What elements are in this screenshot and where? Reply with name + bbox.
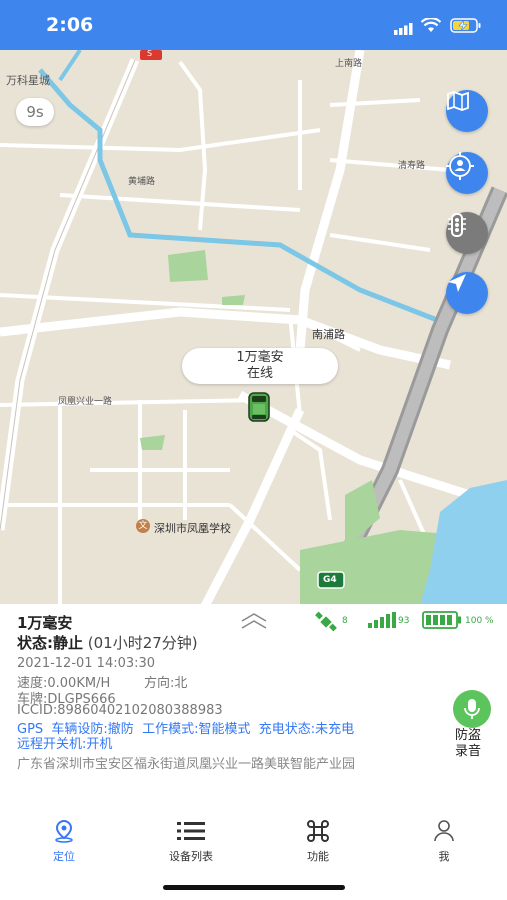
satellite-count: 8 bbox=[342, 616, 348, 626]
tab-functions[interactable]: 功能 bbox=[268, 818, 368, 864]
satellite-icon bbox=[314, 611, 338, 633]
wifi-icon bbox=[420, 17, 442, 33]
map-label-school: 深圳市凤凰学校 bbox=[154, 522, 231, 535]
tab-me[interactable]: 我 bbox=[394, 818, 494, 864]
device-state: 状态:静止 (01小时27分钟) bbox=[17, 632, 198, 653]
person-locate-icon bbox=[446, 152, 474, 180]
navigation-arrow-icon bbox=[448, 274, 466, 292]
device-address: 广东省深圳市宝安区福永街道凤凰兴业一路美联智能产业园 bbox=[17, 757, 356, 772]
map-label-qingshou: 清寿路 bbox=[398, 161, 426, 171]
map-label-wanke: 万科星城 bbox=[6, 74, 50, 87]
state-duration: (01小时27分钟) bbox=[87, 634, 198, 652]
tab-me-label: 我 bbox=[438, 850, 450, 863]
timestamp: 2021-12-01 14:03:30 bbox=[17, 656, 156, 671]
car-marker-icon[interactable] bbox=[248, 392, 270, 422]
school-icon: 文 bbox=[136, 519, 150, 533]
navigate-button[interactable] bbox=[446, 272, 488, 314]
battery-percent: 100 % bbox=[465, 616, 494, 626]
vehicle-info-bubble[interactable]: 1万毫安 在线 bbox=[182, 348, 338, 384]
map-layer-button[interactable] bbox=[446, 90, 488, 132]
bubble-vehicle-status: 在线 bbox=[246, 366, 273, 381]
locate-person-button[interactable] bbox=[446, 152, 488, 194]
direction: 方向:北 bbox=[144, 676, 188, 691]
person-icon bbox=[434, 820, 454, 842]
command-icon bbox=[307, 820, 329, 842]
status-bar: 2:06 bbox=[0, 0, 507, 50]
device-name: 1万毫安 bbox=[17, 614, 73, 632]
state-label: 状态:静止 bbox=[17, 634, 83, 652]
tab-functions-label: 功能 bbox=[307, 850, 329, 863]
battery-charging-icon bbox=[450, 18, 482, 33]
highway-badge-g4: G4 bbox=[323, 575, 337, 585]
record-label-line2: 录音 bbox=[455, 744, 482, 759]
traffic-light-icon bbox=[448, 213, 466, 237]
bubble-vehicle-name: 1万毫安 bbox=[236, 350, 284, 365]
list-icon bbox=[177, 822, 205, 840]
traffic-toggle-button[interactable] bbox=[446, 212, 488, 254]
tab-device-list-label: 设备列表 bbox=[169, 850, 213, 863]
tab-device-list[interactable]: 设备列表 bbox=[141, 818, 241, 864]
home-indicator[interactable] bbox=[163, 885, 345, 890]
refresh-countdown: 9s bbox=[16, 98, 54, 126]
map-view[interactable]: 万科星城 上南路 黄埔路 清寿路 南浦路 凤凰兴业一路 文 深圳市凤凰学校 G4… bbox=[0, 50, 507, 606]
expand-panel-icon[interactable] bbox=[238, 612, 270, 630]
signal-strength-icon bbox=[368, 612, 396, 628]
tab-location-label: 定位 bbox=[53, 850, 75, 863]
map-icon bbox=[447, 91, 469, 111]
map-label-fenghuang-road: 凤凰兴业一路 bbox=[58, 397, 113, 407]
cellular-signal-icon bbox=[394, 20, 414, 35]
status-time: 2:06 bbox=[46, 14, 94, 36]
tab-location[interactable]: 定位 bbox=[14, 818, 114, 864]
signal-value: 93 bbox=[398, 616, 410, 626]
device-battery-icon bbox=[422, 611, 462, 629]
microphone-icon bbox=[464, 699, 480, 719]
location-pin-icon bbox=[55, 819, 73, 843]
map-label-nanpu: 南浦路 bbox=[312, 328, 345, 341]
iccid: ICCID:89860402102080388983 bbox=[17, 703, 223, 718]
map-label-shangnan: 上南路 bbox=[335, 59, 363, 69]
remote-power-status: 远程开关机:开机 bbox=[17, 737, 113, 752]
map-label-huangpu: 黄埔路 bbox=[128, 177, 156, 187]
anti-theft-record-button[interactable] bbox=[453, 690, 491, 728]
road-badge: S bbox=[147, 50, 153, 58]
